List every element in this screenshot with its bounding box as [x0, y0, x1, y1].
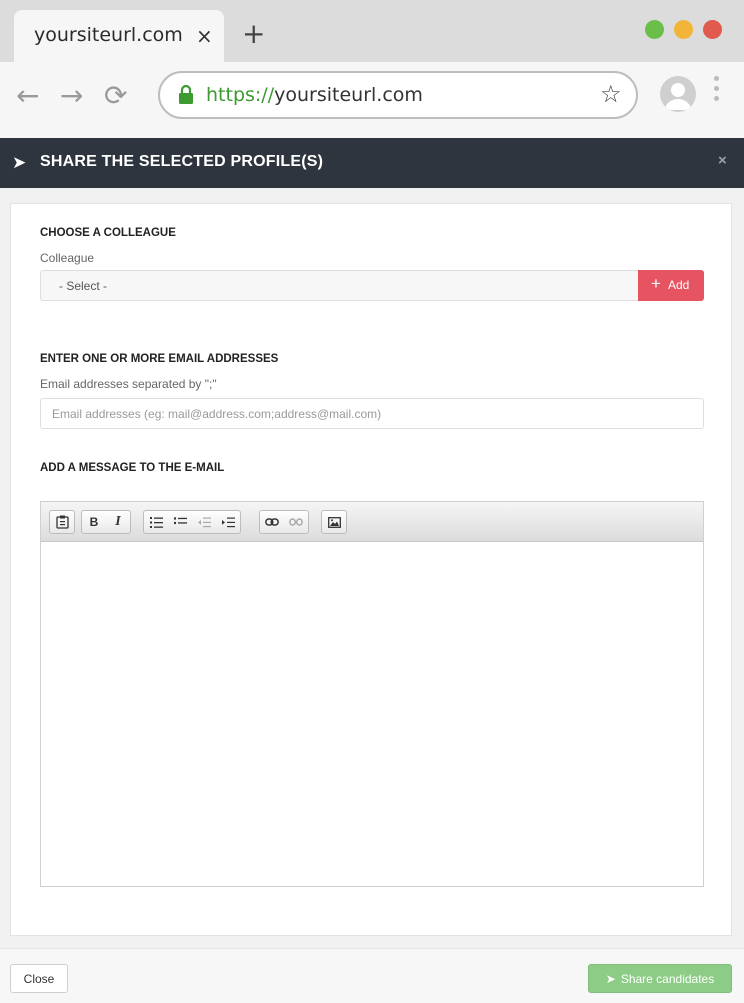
browser-tab-strip: yoursiteurl.com × + — [0, 0, 744, 62]
indent-icon[interactable] — [216, 511, 240, 533]
add-button-label: Add — [668, 278, 690, 292]
message-text-area[interactable] — [41, 542, 703, 886]
browser-tab[interactable]: yoursiteurl.com × — [14, 10, 224, 62]
browser-toolbar: ← → ⟳ https://yoursiteurl.com ☆ — [0, 62, 744, 138]
reload-icon[interactable]: ⟳ — [104, 82, 127, 110]
url-host: yoursiteurl.com — [274, 84, 423, 106]
close-window-button[interactable] — [703, 20, 722, 39]
new-tab-icon[interactable]: + — [242, 20, 265, 48]
maximize-window-button[interactable] — [645, 20, 664, 39]
link-icon[interactable] — [260, 511, 284, 533]
browser-menu-icon[interactable] — [714, 76, 720, 106]
bulleted-list-icon[interactable] — [168, 511, 192, 533]
outdent-icon[interactable] — [192, 511, 216, 533]
person-icon — [665, 83, 691, 110]
tab-title: yoursiteurl.com — [34, 24, 183, 46]
share-arrow-icon: ➤ — [605, 971, 616, 986]
toolbar-group-lists — [143, 510, 241, 534]
profile-avatar-icon[interactable] — [660, 76, 696, 112]
paste-icon[interactable] — [50, 511, 74, 533]
modal-close-icon[interactable]: × — [718, 152, 727, 169]
italic-icon[interactable]: I — [106, 511, 130, 533]
colleague-select[interactable]: - Select - — [40, 270, 640, 301]
bold-icon[interactable]: B — [82, 511, 106, 533]
url-text: https://yoursiteurl.com — [206, 84, 423, 106]
email-input[interactable] — [40, 398, 704, 429]
toolbar-group-links — [259, 510, 309, 534]
colleague-label: Colleague — [40, 251, 95, 265]
modal-footer: Close ➤ Share candidates — [0, 948, 744, 1003]
colleague-select-value: - Select - — [59, 279, 108, 293]
message-editor: B I — [40, 501, 704, 887]
colleague-section-title: CHOOSE A COLLEAGUE — [40, 227, 176, 239]
image-icon[interactable] — [322, 511, 346, 533]
toolbar-group-media — [321, 510, 347, 534]
modal-header: ➤ SHARE THE SELECTED PROFILE(S) × — [0, 138, 744, 188]
numbered-list-icon[interactable] — [144, 511, 168, 533]
close-button[interactable]: Close — [10, 964, 68, 993]
minimize-window-button[interactable] — [674, 20, 693, 39]
share-button-label: Share candidates — [620, 971, 715, 986]
share-candidates-button[interactable]: ➤ Share candidates — [588, 964, 732, 993]
message-section-title: ADD A MESSAGE TO THE E-MAIL — [40, 462, 225, 474]
share-form: CHOOSE A COLLEAGUE Colleague - Select - … — [10, 203, 732, 936]
unlink-icon[interactable] — [284, 511, 308, 533]
toolbar-group-clipboard — [49, 510, 75, 534]
editor-toolbar: B I — [41, 502, 703, 542]
email-section-title: ENTER ONE OR MORE EMAIL ADDRESSES — [40, 353, 279, 365]
toolbar-group-format: B I — [81, 510, 131, 534]
url-scheme: https:// — [206, 84, 275, 106]
back-arrow-icon[interactable]: ← — [16, 82, 39, 110]
modal-body: CHOOSE A COLLEAGUE Colleague - Select - … — [0, 188, 744, 948]
plus-icon: + — [651, 274, 661, 293]
tab-close-icon[interactable]: × — [196, 24, 213, 48]
forward-arrow-icon[interactable]: → — [60, 82, 83, 110]
lock-icon — [179, 85, 193, 104]
bookmark-star-icon[interactable]: ☆ — [600, 82, 622, 108]
address-bar[interactable]: https://yoursiteurl.com ☆ — [158, 71, 638, 119]
add-colleague-button[interactable]: + Add — [638, 270, 704, 301]
email-label: Email addresses separated by ";" — [40, 377, 217, 391]
modal-title: SHARE THE SELECTED PROFILE(S) — [40, 153, 324, 170]
share-arrow-icon: ➤ — [12, 153, 27, 172]
